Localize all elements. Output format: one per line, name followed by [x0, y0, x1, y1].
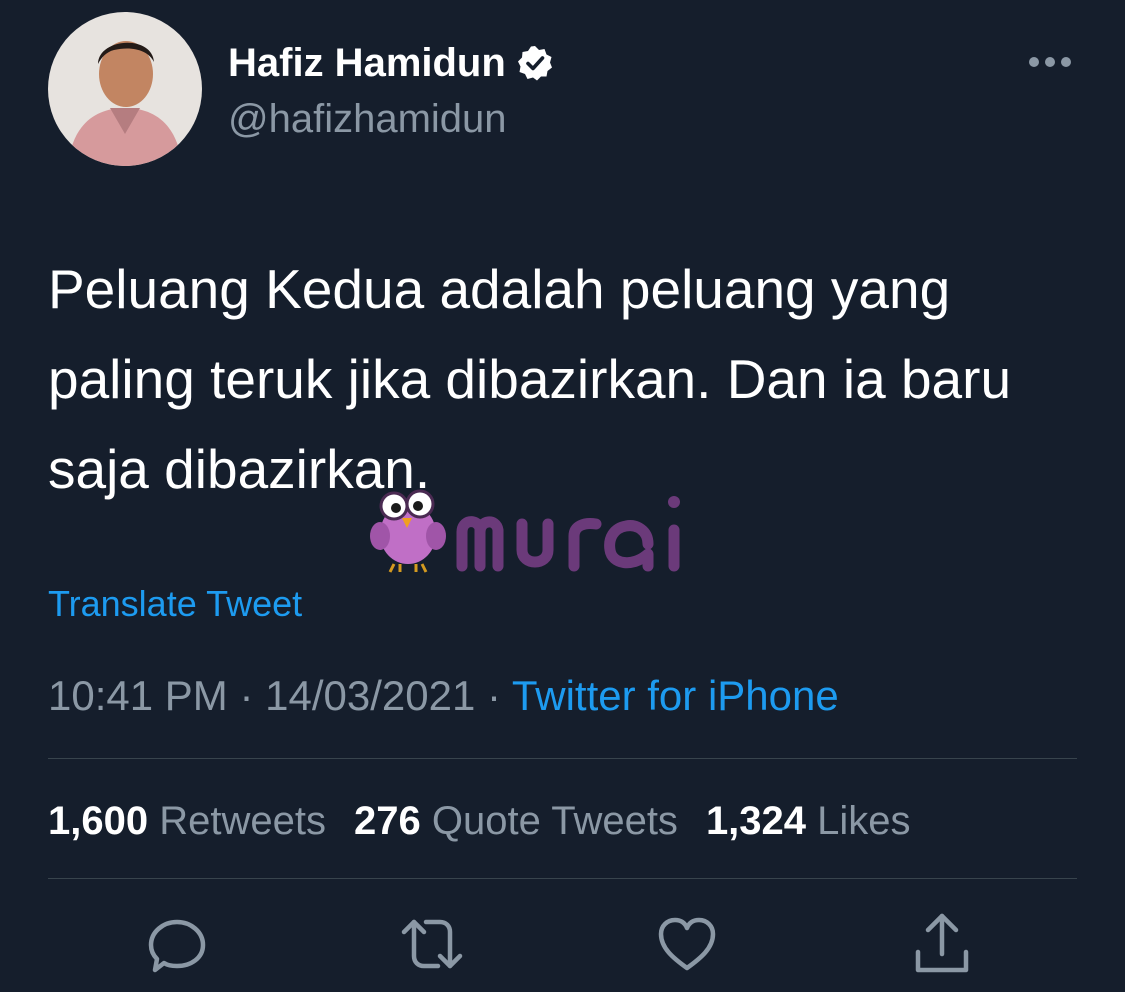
tweet-date: 14/03/2021: [265, 672, 476, 719]
display-name-text[interactable]: Hafiz Hamidun: [228, 38, 506, 88]
tweet-text: Peluang Kedua adalah peluang yang paling…: [48, 258, 1012, 500]
quotes-count: 276: [353, 799, 421, 843]
share-icon[interactable]: [910, 912, 974, 976]
divider: [48, 878, 1077, 879]
user-handle[interactable]: @hafizhamidun: [228, 94, 507, 144]
like-icon[interactable]: [655, 912, 719, 976]
quote-tweets-stat[interactable]: 276 Quote Tweets: [354, 796, 678, 846]
retweets-count: 1,600: [48, 799, 149, 843]
retweet-icon[interactable]: [400, 912, 464, 976]
divider: [48, 758, 1077, 759]
tweet-time: 10:41 PM: [48, 672, 228, 719]
verified-badge-icon: [516, 44, 554, 82]
owl-logo-icon: [370, 489, 446, 573]
retweets-label: Retweets: [159, 799, 326, 843]
avatar[interactable]: [48, 12, 202, 166]
likes-stat[interactable]: 1,324 Likes: [706, 796, 911, 846]
meta-separator: ·: [475, 672, 512, 719]
retweets-stat[interactable]: 1,600 Retweets: [48, 796, 326, 846]
tweet-metadata: 10:41 PM · 14/03/2021 · Twitter for iPho…: [48, 670, 839, 722]
more-options-icon[interactable]: [1026, 52, 1074, 72]
reply-icon[interactable]: [145, 912, 209, 976]
quotes-label: Quote Tweets: [431, 799, 678, 843]
translate-tweet-link[interactable]: Translate Tweet: [48, 583, 302, 625]
meta-separator: ·: [227, 672, 266, 719]
tweet-stats: 1,600 Retweets 276 Quote Tweets 1,324 Li…: [48, 796, 939, 846]
display-name[interactable]: Hafiz Hamidun: [228, 38, 554, 88]
tweet-source-link[interactable]: Twitter for iPhone: [512, 672, 839, 719]
likes-label: Likes: [817, 799, 911, 843]
murai-watermark: [364, 484, 724, 576]
likes-count: 1,324: [705, 799, 807, 843]
